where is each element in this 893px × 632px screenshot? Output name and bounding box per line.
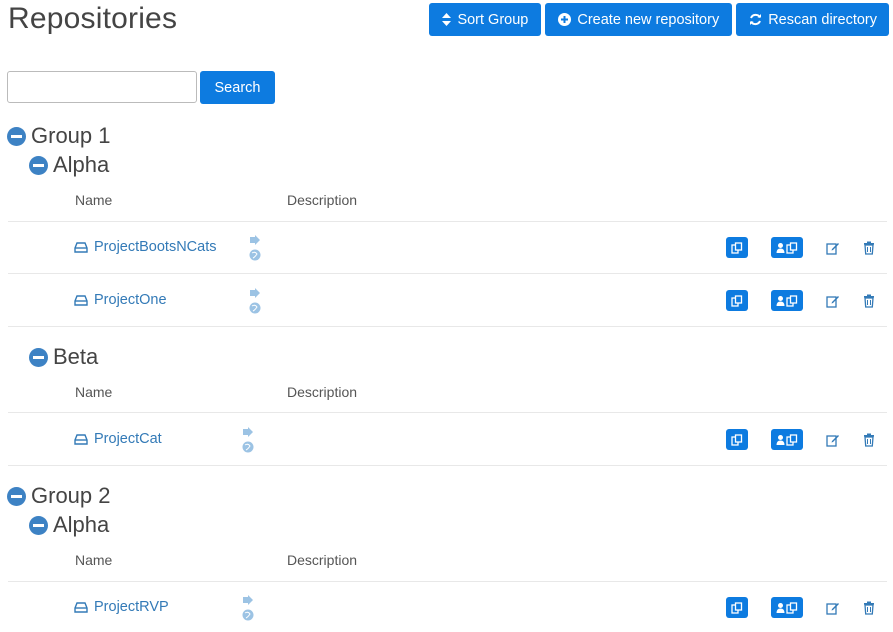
repo-link-projectrvp[interactable]: ProjectRVP — [74, 599, 169, 615]
share-icon[interactable] — [242, 594, 254, 606]
collapse-icon — [7, 486, 26, 506]
repository-icon — [74, 601, 88, 613]
search-row: Search — [7, 71, 275, 104]
repo-name: ProjectRVP — [94, 599, 169, 615]
trash-icon[interactable] — [862, 601, 876, 615]
copy-icon — [731, 294, 743, 307]
user-copy-icon — [776, 294, 798, 307]
collapse-icon — [29, 515, 48, 535]
search-input[interactable] — [7, 71, 197, 103]
subgroup-header-alpha[interactable]: Alpha — [29, 152, 109, 178]
column-header-description: Description — [287, 384, 358, 400]
repo-link-projectcat[interactable]: ProjectCat — [74, 431, 162, 447]
repo-quick-icons — [242, 594, 254, 621]
repo-name: ProjectBootsNCats — [94, 239, 217, 255]
repository-icon — [74, 433, 88, 445]
user-copy-icon — [776, 241, 798, 254]
user-copy-button[interactable] — [771, 597, 803, 618]
share-icon[interactable] — [242, 426, 254, 438]
refresh-icon — [750, 13, 762, 26]
group-header-group-2[interactable]: Group 2 — [7, 483, 111, 509]
repo-quick-icons — [249, 287, 261, 314]
globe-icon[interactable] — [242, 441, 254, 453]
column-header-name: Name — [75, 552, 113, 568]
column-header-name: Name — [75, 384, 113, 400]
share-icon[interactable] — [249, 234, 261, 246]
divider — [8, 221, 887, 222]
group-title: Group 1 — [31, 123, 111, 148]
user-copy-icon — [776, 601, 798, 614]
repo-link-projectbootsncats[interactable]: ProjectBootsNCats — [74, 239, 217, 255]
copy-icon — [731, 433, 743, 446]
group-title: Group 2 — [31, 483, 111, 508]
create-repository-button[interactable]: Create new repository — [545, 3, 733, 36]
column-header-description: Description — [287, 552, 358, 568]
repo-link-projectone[interactable]: ProjectOne — [74, 292, 167, 308]
subgroup-header-alpha[interactable]: Alpha — [29, 512, 109, 538]
copy-button[interactable] — [726, 429, 748, 450]
divider — [8, 465, 887, 466]
create-repository-label: Create new repository — [577, 11, 720, 28]
column-header-name: Name — [75, 192, 113, 208]
share-icon[interactable] — [249, 287, 261, 299]
globe-icon[interactable] — [249, 302, 261, 314]
repo-quick-icons — [249, 234, 261, 261]
divider — [8, 581, 887, 582]
trash-icon[interactable] — [862, 294, 876, 308]
collapse-icon — [29, 155, 48, 175]
group-header-group-1[interactable]: Group 1 — [7, 123, 111, 149]
subgroup-title: Beta — [53, 344, 99, 369]
divider — [8, 273, 887, 274]
sort-icon — [442, 13, 452, 26]
trash-icon[interactable] — [862, 433, 876, 447]
plus-circle-icon — [558, 13, 572, 26]
user-copy-button[interactable] — [771, 237, 803, 258]
copy-icon — [731, 601, 743, 614]
copy-button[interactable] — [726, 237, 748, 258]
globe-icon[interactable] — [242, 609, 254, 621]
column-header-description: Description — [287, 192, 358, 208]
page-title: Repositories — [8, 2, 178, 35]
copy-button[interactable] — [726, 597, 748, 618]
edit-icon[interactable] — [826, 433, 840, 447]
repository-icon — [74, 241, 88, 253]
repository-icon — [74, 294, 88, 306]
toolbar: Sort Group Create new repository Rescan … — [429, 3, 889, 36]
repo-quick-icons — [242, 426, 254, 453]
repo-name: ProjectCat — [94, 431, 162, 447]
rescan-directory-button[interactable]: Rescan directory — [736, 3, 889, 36]
collapse-icon — [29, 347, 48, 367]
sort-group-button[interactable]: Sort Group — [429, 3, 542, 36]
edit-icon[interactable] — [826, 601, 840, 615]
copy-icon — [731, 241, 743, 254]
user-copy-button[interactable] — [771, 290, 803, 311]
rescan-directory-label: Rescan directory — [768, 11, 877, 28]
globe-icon[interactable] — [249, 249, 261, 261]
subgroup-title: Alpha — [53, 512, 110, 537]
divider — [8, 326, 887, 327]
collapse-icon — [7, 126, 26, 146]
edit-icon[interactable] — [826, 294, 840, 308]
copy-button[interactable] — [726, 290, 748, 311]
subgroup-header-beta[interactable]: Beta — [29, 344, 98, 370]
edit-icon[interactable] — [826, 241, 840, 255]
trash-icon[interactable] — [862, 241, 876, 255]
search-button[interactable]: Search — [200, 71, 275, 104]
sort-group-label: Sort Group — [457, 11, 529, 28]
user-copy-icon — [776, 433, 798, 446]
divider — [8, 412, 887, 413]
repo-name: ProjectOne — [94, 292, 167, 308]
user-copy-button[interactable] — [771, 429, 803, 450]
subgroup-title: Alpha — [53, 152, 110, 177]
